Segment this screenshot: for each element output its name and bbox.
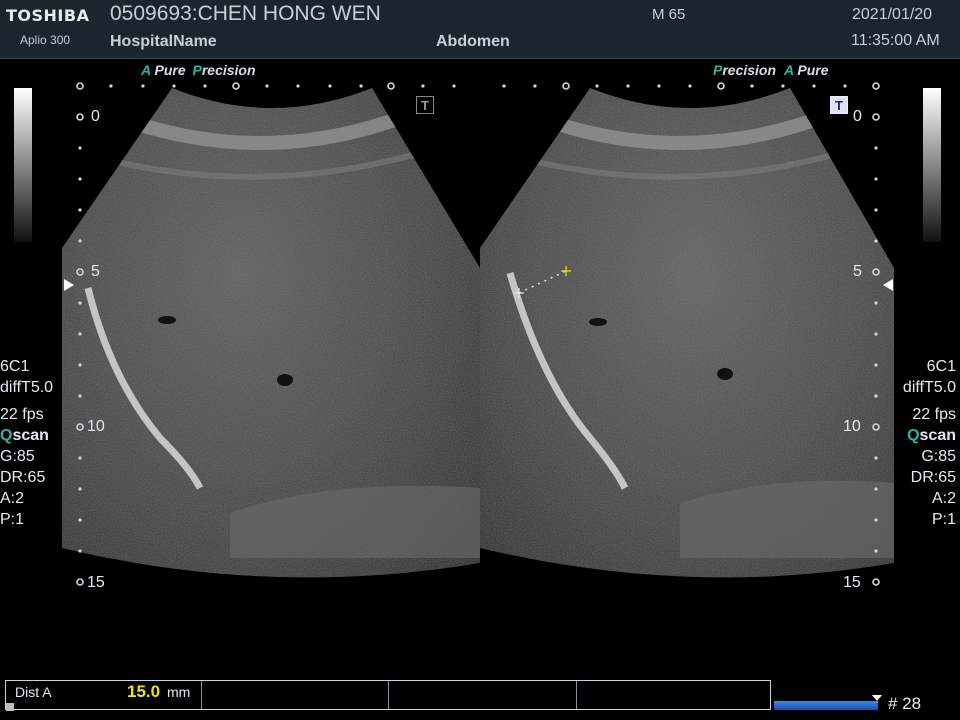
cine-caret-icon[interactable] [872, 695, 882, 701]
focus-triangle-icon[interactable] [64, 279, 74, 291]
a-label: A:2 [931, 490, 956, 507]
depth-label-15: 15 [87, 574, 105, 591]
grayscale-bar-left [14, 88, 32, 242]
measurement-label: Dist A [15, 684, 52, 700]
qscan-label: Qscan [0, 425, 53, 446]
hospital-name: HospitalName [110, 33, 217, 50]
qscan-label: Qscan [903, 425, 956, 446]
probe-label: 6C1 [0, 358, 30, 375]
p-label: P:1 [931, 511, 956, 528]
exam-time: 11:35:00 AM [851, 32, 940, 49]
qscan-q: Q [907, 427, 920, 444]
gain-label: G:85 [0, 448, 35, 465]
filter-label: diffT5.0 [0, 379, 54, 396]
header-bar: TOSHIBA Aplio 300 0509693:CHEN HONG WEN … [0, 0, 960, 59]
a-label: A:2 [0, 490, 25, 507]
depth-label-0: 0 [91, 108, 100, 125]
body-mark-icon[interactable]: T [416, 96, 434, 114]
cine-progress-bar[interactable] [774, 701, 878, 710]
p-label: P:1 [0, 511, 25, 528]
measurement-unit: mm [167, 684, 191, 700]
measurement-cell-empty[interactable] [202, 681, 389, 709]
lateral-scale-top-right [502, 82, 880, 90]
preset-label-left: A Pure Precision [141, 62, 256, 78]
ultrasound-panel-left[interactable]: A Pure Precision T 0 5 10 15 [0, 58, 480, 678]
lateral-scale-top [76, 82, 456, 90]
body-mark-icon[interactable]: T [830, 96, 848, 114]
measurement-cell-dist-a[interactable]: Dist A 15.0 mm [6, 681, 202, 711]
params-left: 6C1 diffT5.0 22 fps Qscan G:85 DR:65 A:2… [0, 356, 53, 530]
system-model: Aplio 300 [20, 33, 71, 47]
measurement-cell-empty[interactable] [577, 681, 770, 709]
preset-accent-p: P [713, 62, 723, 78]
preset-word-precision: recision [722, 62, 777, 78]
preset-word-precision: recision [201, 62, 256, 78]
patient-id-name: 0509693:CHEN HONG WEN [110, 2, 381, 25]
qscan-rest: scan [12, 427, 49, 444]
preset-accent-p: P [192, 62, 202, 78]
exam-date: 2021/01/20 [852, 6, 933, 23]
depth-label-0: 0 [853, 108, 862, 125]
dynamic-range-label: DR:65 [0, 469, 46, 486]
frame-number: # 28 [888, 694, 922, 713]
depth-label-10: 10 [843, 418, 861, 435]
preset-accent-a: A [141, 62, 151, 78]
filter-label: diffT5.0 [902, 379, 956, 396]
gain-label: G:85 [921, 448, 956, 465]
ultrasound-panel-right[interactable]: Precision A Pure T 0 5 10 15 [480, 58, 960, 678]
fps-label: 22 fps [912, 406, 956, 423]
qscan-q: Q [0, 427, 13, 444]
params-right: 6C1 diffT5.0 22 fps Qscan G:85 DR:65 A:2… [903, 356, 956, 530]
preset-label-right: Precision A Pure [713, 62, 829, 78]
measurement-table: Dist A 15.0 mm [5, 680, 771, 711]
probe-label: 6C1 [926, 358, 956, 375]
fps-label: 22 fps [0, 406, 44, 423]
measurement-value: 15.0 [127, 682, 161, 701]
qscan-rest: scan [919, 427, 956, 444]
dynamic-range-label: DR:65 [910, 469, 956, 486]
depth-label-10: 10 [87, 418, 105, 435]
exam-type: Abdomen [436, 33, 510, 50]
measurement-cell-empty[interactable] [389, 681, 577, 709]
ultrasound-image-right [480, 82, 894, 586]
focus-triangle-icon[interactable] [883, 279, 893, 291]
depth-label-5: 5 [91, 263, 100, 280]
depth-label-5: 5 [853, 263, 862, 280]
depth-label-15: 15 [843, 574, 861, 591]
grayscale-bar-right [923, 88, 941, 242]
patient-sex-age: M 65 [652, 6, 686, 23]
preset-word-pure: Pure [797, 62, 829, 78]
brand-logo: TOSHIBA [6, 6, 90, 25]
preset-word-pure: Pure [154, 62, 186, 78]
ultrasound-image-left [62, 82, 480, 586]
measurement-handle[interactable] [6, 703, 14, 711]
preset-accent-a: A [783, 62, 794, 78]
